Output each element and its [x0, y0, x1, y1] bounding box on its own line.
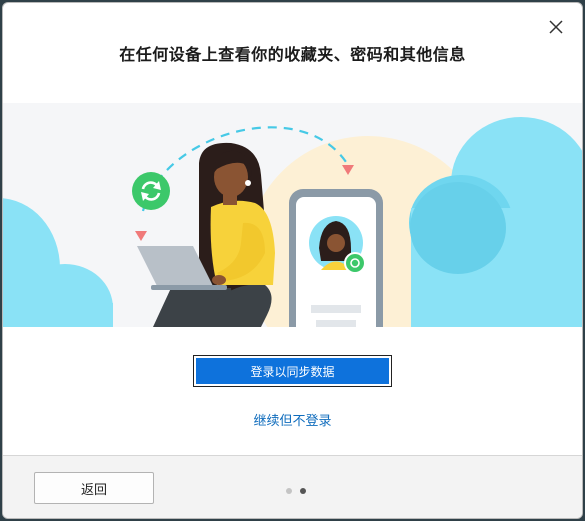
close-button[interactable]	[544, 15, 568, 39]
pagination-dots	[286, 488, 306, 494]
left-cloud-icon	[3, 198, 113, 327]
sync-illustration	[3, 103, 582, 327]
page-dot-1[interactable]	[286, 488, 292, 494]
page-dot-2[interactable]	[300, 488, 306, 494]
sync-icon	[132, 172, 170, 210]
back-button[interactable]: 返回	[34, 472, 154, 504]
sync-dialog: 在任何设备上查看你的收藏夹、密码和其他信息 登录以同步数据 继续但不登录 返回	[2, 2, 583, 519]
continue-without-signin-link[interactable]: 继续但不登录	[3, 410, 582, 429]
phone-icon	[289, 189, 383, 327]
person-illustration	[137, 142, 275, 327]
dialog-title: 在任何设备上查看你的收藏夹、密码和其他信息	[119, 45, 466, 64]
sign-in-sync-label: 登录以同步数据	[196, 358, 389, 384]
close-icon	[549, 20, 563, 34]
dialog-footer: 返回	[3, 455, 582, 518]
right-cloud-icon	[409, 117, 582, 327]
illustration-svg	[3, 117, 582, 327]
sign-in-sync-button[interactable]: 登录以同步数据	[193, 355, 392, 387]
arrow-up-left-icon	[135, 231, 147, 241]
